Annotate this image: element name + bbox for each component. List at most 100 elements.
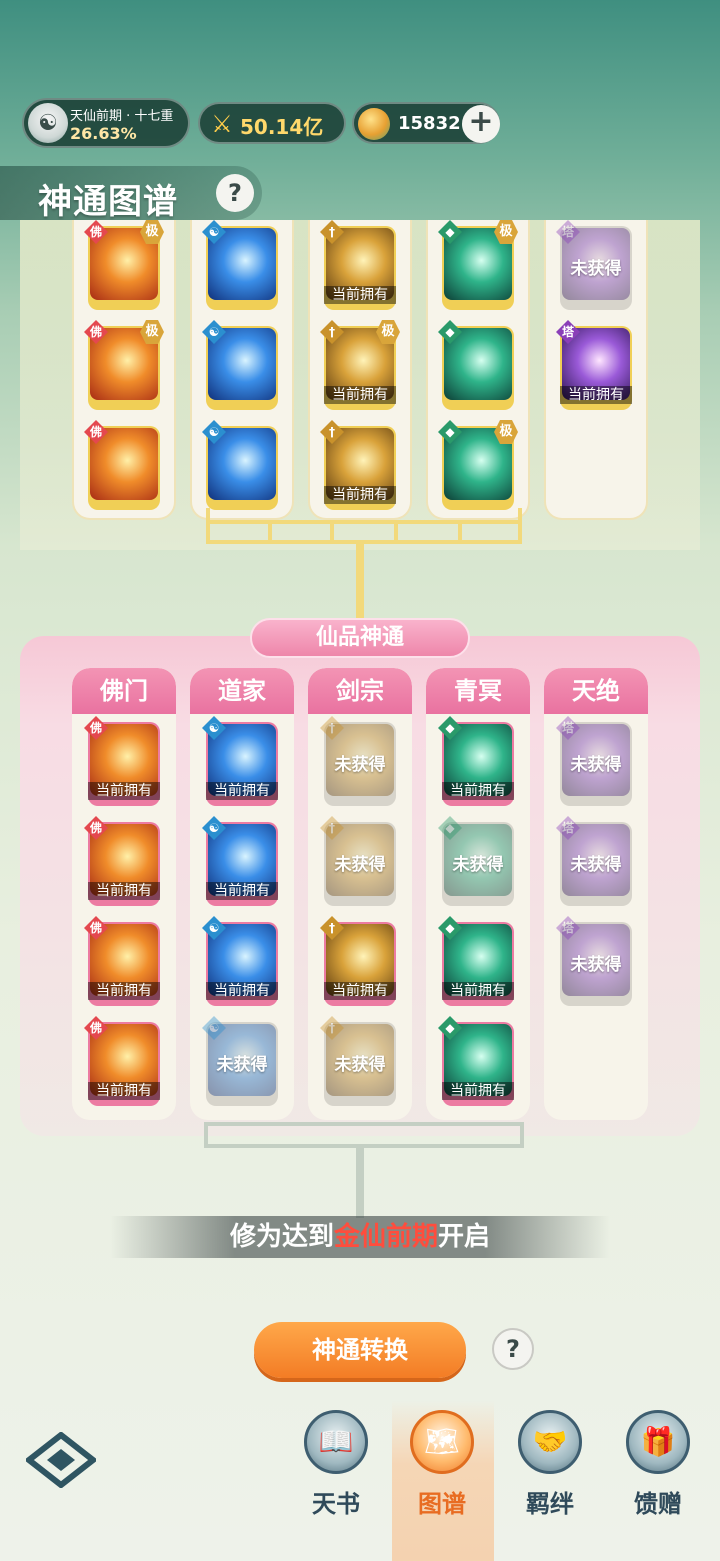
skill-card[interactable]: † 极当前拥有: [320, 320, 400, 410]
spirit-coin-icon: [358, 108, 390, 140]
unlock-suffix: 开启: [438, 1222, 491, 1252]
skill-card[interactable]: 塔未获得: [556, 816, 632, 906]
tree-connector: [206, 540, 522, 544]
skill-card[interactable]: 佛极: [84, 320, 164, 410]
skill-card[interactable]: 塔未获得: [556, 716, 632, 806]
nav-item-handshake[interactable]: 🤝 羁绊: [500, 1410, 600, 1520]
root-connector: [204, 1144, 524, 1148]
owned-label: 当前拥有: [324, 386, 396, 404]
skill-card[interactable]: ☯: [202, 220, 278, 310]
unlock-requirement: 修为达到金仙前期开启: [110, 1216, 610, 1258]
skill-card[interactable]: † 未获得: [320, 716, 396, 806]
tree-connector: [458, 520, 462, 542]
owned-label: 当前拥有: [442, 982, 514, 1000]
skill-card[interactable]: 佛当前拥有: [84, 716, 160, 806]
sect-name: 青冥: [426, 668, 530, 714]
sect-name: 道家: [190, 668, 294, 714]
help-icon[interactable]: ?: [492, 1328, 534, 1370]
nav-item-map[interactable]: 🗺 图谱: [392, 1410, 492, 1520]
page-header: 神通图谱 ?: [0, 166, 262, 222]
nav-item-book[interactable]: 📖 天书: [286, 1410, 386, 1520]
book-icon: 📖: [304, 1410, 368, 1474]
tree-connector: [206, 520, 522, 524]
nav-item-gift-bag[interactable]: 🎁 馈赠: [608, 1410, 708, 1520]
realm-name: 天仙前期 · 十七重: [70, 109, 174, 124]
tree-connector: [206, 508, 210, 542]
help-icon[interactable]: ?: [216, 174, 254, 212]
owned-label: 当前拥有: [88, 982, 160, 1000]
currency-value: 15832: [398, 113, 461, 134]
skill-card[interactable]: 佛当前拥有: [84, 816, 160, 906]
not-obtained-label: 未获得: [334, 1055, 386, 1075]
realm-badge[interactable]: ☯ 天仙前期 · 十七重 26.63%: [22, 98, 190, 148]
gift-bag-icon: 🎁: [626, 1410, 690, 1474]
not-obtained-label: 未获得: [570, 955, 622, 975]
skill-card[interactable]: ◆ 未获得: [438, 816, 514, 906]
skill-card[interactable]: ◆: [438, 320, 514, 410]
skill-card[interactable]: † 当前拥有: [320, 420, 396, 510]
handshake-icon: 🤝: [518, 1410, 582, 1474]
skill-card[interactable]: † 未获得: [320, 1016, 396, 1106]
owned-label: 当前拥有: [88, 782, 160, 800]
skill-card[interactable]: 佛当前拥有: [84, 916, 160, 1006]
skill-card[interactable]: ☯ 当前拥有: [202, 816, 278, 906]
unlock-realm: 金仙前期: [333, 1222, 438, 1252]
skill-card[interactable]: ☯ 当前拥有: [202, 916, 278, 1006]
not-obtained-label: 未获得: [452, 855, 504, 875]
skill-card[interactable]: ☯: [202, 420, 278, 510]
owned-label: 当前拥有: [88, 1082, 160, 1100]
skill-card[interactable]: ☯: [202, 320, 278, 410]
skill-card[interactable]: † 当前拥有: [320, 916, 396, 1006]
combat-power-value: 50.14亿: [240, 115, 324, 139]
root-connector: [520, 1122, 524, 1146]
skill-card[interactable]: ☯ 未获得: [202, 1016, 278, 1106]
owned-label: 当前拥有: [206, 782, 278, 800]
skill-card[interactable]: 塔未获得: [556, 916, 632, 1006]
owned-label: 当前拥有: [206, 882, 278, 900]
skill-card[interactable]: † 当前拥有: [320, 220, 396, 310]
owned-label: 当前拥有: [324, 286, 396, 304]
skill-card[interactable]: ◆ 极: [438, 420, 518, 510]
skill-card[interactable]: 佛当前拥有: [84, 1016, 160, 1106]
not-obtained-label: 未获得: [216, 1055, 268, 1075]
crossed-swords-icon: ⚔: [211, 110, 233, 138]
skill-card[interactable]: 佛: [84, 420, 160, 510]
skill-card[interactable]: ◆ 当前拥有: [438, 1016, 514, 1106]
skill-card[interactable]: ◆ 极: [438, 220, 518, 310]
tree-connector: [518, 508, 522, 542]
nav-label: 羁绊: [526, 1490, 574, 1518]
root-trunk: [356, 1144, 364, 1218]
currency-display: 15832 +: [352, 102, 500, 144]
plus-icon[interactable]: +: [462, 105, 500, 143]
skill-card[interactable]: 塔未获得: [556, 220, 632, 310]
not-obtained-label: 未获得: [570, 259, 622, 279]
skill-card[interactable]: 佛极: [84, 220, 164, 310]
tree-trunk: [356, 542, 364, 622]
map-icon: 🗺: [410, 1410, 474, 1474]
owned-label: 当前拥有: [324, 982, 396, 1000]
nav-label: 天书: [312, 1490, 360, 1518]
menu-diamond-icon[interactable]: [26, 1432, 96, 1488]
skill-convert-button[interactable]: 神通转换: [254, 1322, 466, 1378]
owned-label: 当前拥有: [88, 882, 160, 900]
unlock-prefix: 修为达到: [229, 1222, 334, 1252]
not-obtained-label: 未获得: [570, 755, 622, 775]
skill-card[interactable]: ◆ 当前拥有: [438, 916, 514, 1006]
tree-connector: [268, 520, 272, 542]
combat-power: ⚔ 50.14亿: [198, 102, 346, 144]
skill-card[interactable]: 塔当前拥有: [556, 320, 632, 410]
skill-card[interactable]: ☯ 当前拥有: [202, 716, 278, 806]
sect-name: 天绝: [544, 668, 648, 714]
root-connector: [204, 1122, 524, 1126]
nav-label: 馈赠: [634, 1490, 682, 1518]
nav-label: 图谱: [418, 1490, 466, 1518]
tree-connector: [330, 520, 334, 542]
sect-name: 剑宗: [308, 668, 412, 714]
root-connector: [204, 1122, 208, 1146]
skill-card[interactable]: † 未获得: [320, 816, 396, 906]
owned-label: 当前拥有: [560, 386, 632, 404]
skill-card[interactable]: ◆ 当前拥有: [438, 716, 514, 806]
not-obtained-label: 未获得: [334, 755, 386, 775]
sect-name: 佛门: [72, 668, 176, 714]
not-obtained-label: 未获得: [570, 855, 622, 875]
